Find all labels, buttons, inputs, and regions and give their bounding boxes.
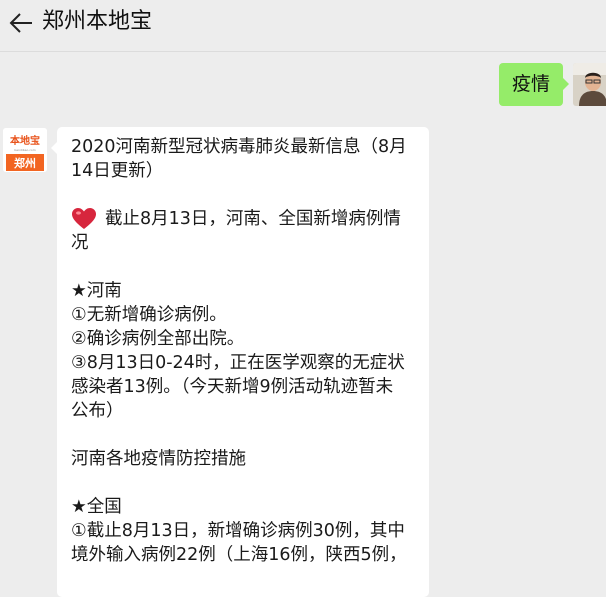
- message-line: 感染者13例。（今天新增9例活动轨迹暂未: [71, 377, 394, 397]
- bendibao-logo: 本地宝 bendibao.com 郑州: [3, 128, 47, 172]
- message-line: 2020河南新型冠状病毒肺炎最新信息（8月: [71, 137, 407, 157]
- svg-text:bendibao.com: bendibao.com: [14, 148, 35, 152]
- message-line: ★全国: [71, 497, 122, 517]
- message-line: ①截止8月13日，新增确诊病例30例，其中: [71, 521, 405, 541]
- message-line: 截止8月13日，河南、全国新增病例情: [105, 209, 401, 229]
- message-link-line[interactable]: 河南各地疫情防控措施: [71, 447, 419, 471]
- user-message-bubble[interactable]: 疫情: [499, 63, 569, 106]
- bot-avatar[interactable]: 本地宝 bendibao.com 郑州: [3, 128, 47, 172]
- message-line: ①无新增确诊病例。: [71, 305, 227, 325]
- user-avatar-image: [573, 63, 606, 106]
- bot-message-bubble[interactable]: 2020河南新型冠状病毒肺炎最新信息（8月 14日更新） 截止8月13日，河南、…: [51, 127, 429, 597]
- back-arrow-icon[interactable]: [8, 10, 34, 36]
- message-line: 14日更新）: [71, 161, 164, 181]
- message-line: ★河南: [71, 281, 122, 301]
- chat-title: 郑州本地宝: [42, 9, 153, 34]
- top-bar: 郑州本地宝: [0, 0, 606, 52]
- user-message-text: 疫情: [511, 73, 550, 95]
- logo-bottom-text: 郑州: [14, 156, 36, 170]
- message-line-with-heart: 截止8月13日，河南、全国新增病例情: [71, 207, 419, 231]
- message-line: 公布）: [71, 401, 124, 421]
- message-line: 况: [71, 233, 89, 253]
- user-avatar[interactable]: [573, 63, 606, 106]
- message-line: ③8月13日0-24时，正在医学观察的无症状: [71, 353, 405, 373]
- heart-icon: [72, 208, 96, 229]
- message-line: ②确诊病例全部出院。: [71, 329, 245, 349]
- logo-top-text: 本地宝: [10, 134, 40, 147]
- message-line: 境外输入病例22例（上海16例，陕西5例，: [71, 545, 407, 565]
